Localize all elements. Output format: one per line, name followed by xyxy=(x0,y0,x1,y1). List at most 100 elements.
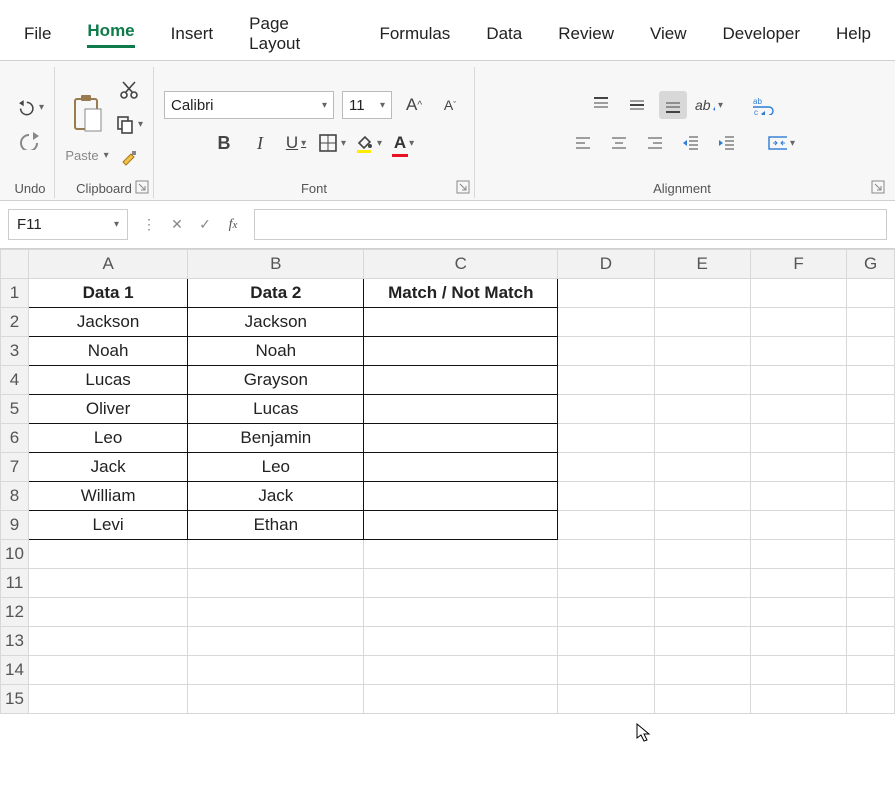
cell[interactable] xyxy=(847,366,895,395)
cell[interactable] xyxy=(750,308,846,337)
cell[interactable] xyxy=(29,598,188,627)
cell[interactable] xyxy=(847,279,895,308)
paste-button[interactable] xyxy=(65,86,109,142)
row-header-2[interactable]: 2 xyxy=(1,308,29,337)
row-header-10[interactable]: 10 xyxy=(1,540,29,569)
menu-page-layout[interactable]: Page Layout xyxy=(231,8,361,60)
row-header-9[interactable]: 9 xyxy=(1,511,29,540)
cell[interactable]: Leo xyxy=(29,424,188,453)
cell[interactable] xyxy=(847,511,895,540)
cell[interactable] xyxy=(364,685,558,714)
cell[interactable]: Data 1 xyxy=(29,279,188,308)
italic-button[interactable]: I xyxy=(246,129,274,157)
cell[interactable]: Lucas xyxy=(188,395,364,424)
menu-formulas[interactable]: Formulas xyxy=(361,18,468,50)
menu-help[interactable]: Help xyxy=(818,18,889,50)
cell[interactable]: Oliver xyxy=(29,395,188,424)
cell[interactable] xyxy=(750,511,846,540)
cell[interactable] xyxy=(188,656,364,685)
col-header-A[interactable]: A xyxy=(29,250,188,279)
row-header-4[interactable]: 4 xyxy=(1,366,29,395)
clipboard-launcher-icon[interactable] xyxy=(135,180,149,194)
cell[interactable] xyxy=(750,279,846,308)
cell[interactable] xyxy=(188,598,364,627)
cell[interactable] xyxy=(188,685,364,714)
cell[interactable] xyxy=(558,482,654,511)
cell[interactable] xyxy=(364,540,558,569)
cell[interactable] xyxy=(847,656,895,685)
menu-developer[interactable]: Developer xyxy=(705,18,819,50)
cell[interactable] xyxy=(364,337,558,366)
cell[interactable]: Noah xyxy=(29,337,188,366)
decrease-indent-button[interactable] xyxy=(677,129,705,157)
cell[interactable] xyxy=(558,569,654,598)
cell[interactable] xyxy=(558,308,654,337)
cell[interactable]: Levi xyxy=(29,511,188,540)
align-left-button[interactable] xyxy=(569,129,597,157)
row-header-15[interactable]: 15 xyxy=(1,685,29,714)
cell[interactable] xyxy=(558,337,654,366)
row-header-12[interactable]: 12 xyxy=(1,598,29,627)
cell[interactable] xyxy=(847,685,895,714)
cell[interactable] xyxy=(847,598,895,627)
cell[interactable] xyxy=(654,627,750,656)
cell[interactable] xyxy=(654,598,750,627)
cell[interactable] xyxy=(750,656,846,685)
cell[interactable] xyxy=(750,337,846,366)
cell[interactable] xyxy=(188,540,364,569)
cell[interactable]: Data 2 xyxy=(188,279,364,308)
fx-icon[interactable]: fx xyxy=(222,214,244,236)
cell[interactable] xyxy=(654,279,750,308)
formula-input[interactable] xyxy=(254,209,887,240)
select-all-corner[interactable] xyxy=(1,250,29,279)
cell[interactable] xyxy=(750,685,846,714)
cell[interactable] xyxy=(364,627,558,656)
cell[interactable] xyxy=(654,395,750,424)
cell[interactable] xyxy=(364,453,558,482)
increase-indent-button[interactable] xyxy=(713,129,741,157)
paste-label[interactable]: Paste▾ xyxy=(65,148,108,163)
cell[interactable] xyxy=(847,569,895,598)
cell[interactable] xyxy=(847,308,895,337)
col-header-E[interactable]: E xyxy=(654,250,750,279)
cell[interactable] xyxy=(750,598,846,627)
row-header-8[interactable]: 8 xyxy=(1,482,29,511)
row-header-14[interactable]: 14 xyxy=(1,656,29,685)
worksheet[interactable]: A B C D E F G 1Data 1Data 2Match / Not M… xyxy=(0,249,895,794)
alignment-launcher-icon[interactable] xyxy=(871,180,885,194)
menu-home[interactable]: Home xyxy=(69,15,152,54)
row-header-13[interactable]: 13 xyxy=(1,627,29,656)
align-top-button[interactable] xyxy=(587,91,615,119)
cell[interactable] xyxy=(750,453,846,482)
cell[interactable]: Jack xyxy=(188,482,364,511)
cell[interactable] xyxy=(188,569,364,598)
menu-review[interactable]: Review xyxy=(540,18,632,50)
cell[interactable] xyxy=(654,540,750,569)
cell[interactable] xyxy=(364,366,558,395)
cell[interactable] xyxy=(750,424,846,453)
cell[interactable] xyxy=(188,627,364,656)
menu-insert[interactable]: Insert xyxy=(153,18,232,50)
cell[interactable] xyxy=(750,627,846,656)
font-name-combo[interactable]: Calibri▾ xyxy=(164,91,334,119)
cell[interactable] xyxy=(364,511,558,540)
cell[interactable] xyxy=(654,366,750,395)
cell[interactable]: Jackson xyxy=(29,308,188,337)
row-header-11[interactable]: 11 xyxy=(1,569,29,598)
cell[interactable] xyxy=(847,424,895,453)
cell[interactable] xyxy=(29,656,188,685)
cell[interactable] xyxy=(558,366,654,395)
format-painter-button[interactable] xyxy=(115,144,143,172)
cell[interactable] xyxy=(847,540,895,569)
cell[interactable]: Grayson xyxy=(188,366,364,395)
cell[interactable] xyxy=(364,424,558,453)
orientation-button[interactable]: ab▾ xyxy=(695,91,723,119)
cell[interactable]: Noah xyxy=(188,337,364,366)
cell[interactable] xyxy=(558,656,654,685)
cell[interactable] xyxy=(29,685,188,714)
borders-button[interactable]: ▾ xyxy=(318,129,346,157)
cancel-formula-icon[interactable]: ✕ xyxy=(166,214,188,236)
cell[interactable] xyxy=(847,482,895,511)
cell[interactable]: Leo xyxy=(188,453,364,482)
cell[interactable] xyxy=(847,627,895,656)
